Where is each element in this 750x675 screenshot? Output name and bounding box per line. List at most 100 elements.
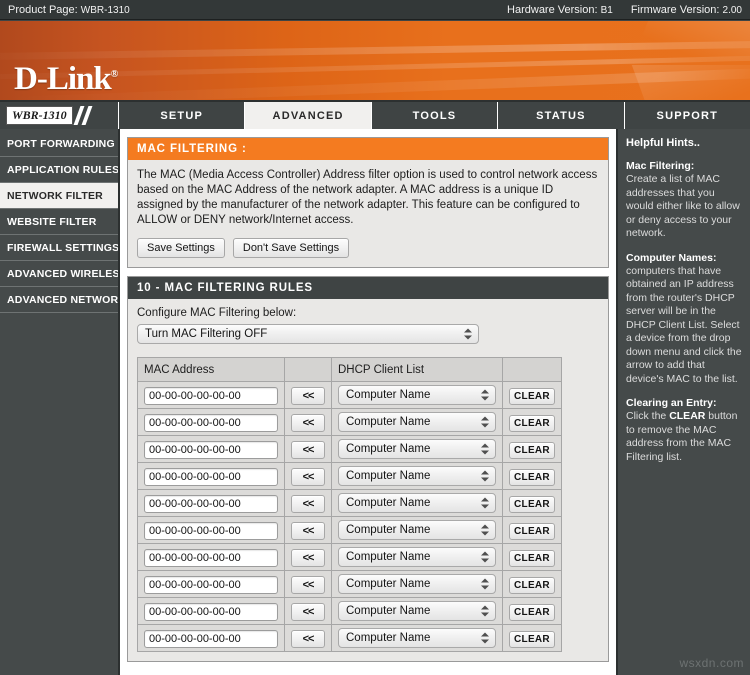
stepper-arrows-icon [481, 632, 489, 645]
copy-mac-button[interactable]: << [291, 413, 325, 432]
cell-dhcp: Computer Name [331, 516, 503, 544]
copy-mac-button[interactable]: << [291, 548, 325, 567]
brand-banner: D-Link® [0, 21, 750, 102]
copy-mac-button[interactable]: << [291, 440, 325, 459]
mac-address-input[interactable] [144, 602, 278, 621]
sidebar-item-label: PORT FORWARDING [7, 138, 115, 150]
dhcp-client-select[interactable]: Computer Name [338, 439, 496, 459]
dhcp-client-value: Computer Name [346, 632, 431, 644]
stepper-arrows-icon [481, 416, 489, 429]
dhcp-client-select[interactable]: Computer Name [338, 601, 496, 621]
dhcp-client-select[interactable]: Computer Name [338, 547, 496, 567]
stepper-arrows-icon [481, 524, 489, 537]
mac-filtering-mode-select[interactable]: Turn MAC Filtering OFF [137, 324, 479, 344]
dhcp-client-select[interactable]: Computer Name [338, 574, 496, 594]
cell-mac-address [137, 381, 285, 409]
tab-tools-label: TOOLS [412, 109, 457, 122]
clear-button[interactable]: CLEAR [509, 603, 555, 621]
sidebar-item-firewall-settings[interactable]: FIREWALL SETTINGS [0, 235, 120, 261]
tab-advanced-label: ADVANCED [272, 109, 344, 122]
dont-save-settings-button[interactable]: Don't Save Settings [232, 238, 350, 258]
router-admin-page: Product Page: WBR-1310 Hardware Version:… [0, 0, 750, 675]
clear-button[interactable]: CLEAR [509, 387, 555, 405]
copy-mac-button[interactable]: << [291, 575, 325, 594]
cell-arrow: << [284, 381, 332, 409]
dhcp-client-select[interactable]: Computer Name [338, 628, 496, 648]
copy-mac-button[interactable]: << [291, 629, 325, 648]
firmware-version: Firmware Version: 2.00 [631, 4, 742, 16]
clear-button[interactable]: CLEAR [509, 576, 555, 594]
table-row: << Computer Name CLEAR [137, 543, 562, 571]
tab-status[interactable]: STATUS [497, 102, 624, 129]
sidebar-item-website-filter[interactable]: WEBSITE FILTER [0, 209, 118, 235]
sidebar-item-port-forwarding[interactable]: PORT FORWARDING [0, 131, 118, 157]
table-body: << Computer Name CLEAR << Computer Name … [137, 381, 562, 652]
tab-tools[interactable]: TOOLS [370, 102, 498, 129]
cell-arrow: << [284, 435, 332, 463]
mac-address-input[interactable] [144, 467, 278, 486]
hint-heading-mac-filtering: Mac Filtering: [626, 160, 695, 172]
clear-button[interactable]: CLEAR [509, 468, 555, 486]
cell-clear: CLEAR [502, 381, 562, 409]
page-body: PORT FORWARDING APPLICATION RULES NETWOR… [0, 129, 750, 675]
mac-address-input[interactable] [144, 494, 278, 513]
tab-setup[interactable]: SETUP [118, 102, 245, 129]
mac-address-input[interactable] [144, 629, 278, 648]
column-header-arrow [284, 357, 332, 382]
copy-mac-button[interactable]: << [291, 521, 325, 540]
dhcp-client-select[interactable]: Computer Name [338, 466, 496, 486]
cell-clear: CLEAR [502, 435, 562, 463]
cell-arrow: << [284, 462, 332, 490]
save-settings-button[interactable]: Save Settings [137, 238, 225, 258]
dhcp-client-select[interactable]: Computer Name [338, 412, 496, 432]
mac-address-input[interactable] [144, 413, 278, 432]
copy-mac-button[interactable]: << [291, 494, 325, 513]
configure-label: Configure MAC Filtering below: [137, 307, 297, 319]
mac-filtering-panel: MAC FILTERING : The MAC (Media Access Co… [127, 137, 609, 268]
top-status-bar: Product Page: WBR-1310 Hardware Version:… [0, 0, 750, 20]
mac-address-input[interactable] [144, 521, 278, 540]
cell-dhcp: Computer Name [331, 543, 503, 571]
cell-dhcp: Computer Name [331, 381, 503, 409]
main-navigation: WBR-1310 SETUP ADVANCED TOOLS STATUS SUP… [0, 102, 750, 129]
sidebar-item-application-rules[interactable]: APPLICATION RULES [0, 157, 119, 183]
cell-clear: CLEAR [502, 408, 562, 436]
clear-button[interactable]: CLEAR [509, 495, 555, 513]
sidebar-item-advanced-network[interactable]: ADVANCED NETWORK [0, 287, 126, 313]
clear-button[interactable]: CLEAR [509, 441, 555, 459]
hardware-version-label: Hardware Version: [507, 3, 598, 16]
copy-mac-button[interactable]: << [291, 386, 325, 405]
clear-button[interactable]: CLEAR [509, 630, 555, 648]
cell-dhcp: Computer Name [331, 597, 503, 625]
banner-corner-flare-icon [631, 65, 750, 100]
mac-address-input[interactable] [144, 440, 278, 459]
dhcp-client-select[interactable]: Computer Name [338, 493, 496, 513]
copy-mac-button[interactable]: << [291, 602, 325, 621]
rules-body: Configure MAC Filtering below: Turn MAC … [128, 299, 608, 661]
dhcp-client-select[interactable]: Computer Name [338, 520, 496, 540]
tab-support[interactable]: SUPPORT [623, 102, 750, 129]
cell-dhcp: Computer Name [331, 489, 503, 517]
nav-tabs: SETUP ADVANCED TOOLS STATUS SUPPORT [118, 102, 750, 129]
dlink-logo: D-Link® [14, 61, 118, 98]
sidebar-item-label: FIREWALL SETTINGS [7, 242, 120, 254]
dhcp-client-value: Computer Name [346, 605, 431, 617]
stepper-arrows-icon [481, 443, 489, 456]
mac-address-input[interactable] [144, 386, 278, 405]
mac-address-input[interactable] [144, 575, 278, 594]
hint-heading-clearing-entry: Clearing an Entry: [626, 397, 717, 409]
cell-dhcp: Computer Name [331, 570, 503, 598]
dhcp-client-value: Computer Name [346, 443, 431, 455]
sidebar-item-advanced-wireless[interactable]: ADVANCED WIRELESS [0, 261, 127, 287]
cell-arrow: << [284, 624, 332, 652]
tab-advanced[interactable]: ADVANCED [244, 102, 371, 129]
mac-address-input[interactable] [144, 548, 278, 567]
copy-mac-button[interactable]: << [291, 467, 325, 486]
clear-button[interactable]: CLEAR [509, 522, 555, 540]
sidebar-item-network-filter[interactable]: NETWORK FILTER [0, 183, 118, 209]
clear-button[interactable]: CLEAR [509, 549, 555, 567]
clear-button[interactable]: CLEAR [509, 414, 555, 432]
dhcp-client-select[interactable]: Computer Name [338, 385, 496, 405]
banner-corner-flare-icon [631, 21, 750, 61]
product-page-value: WBR-1310 [80, 4, 130, 16]
